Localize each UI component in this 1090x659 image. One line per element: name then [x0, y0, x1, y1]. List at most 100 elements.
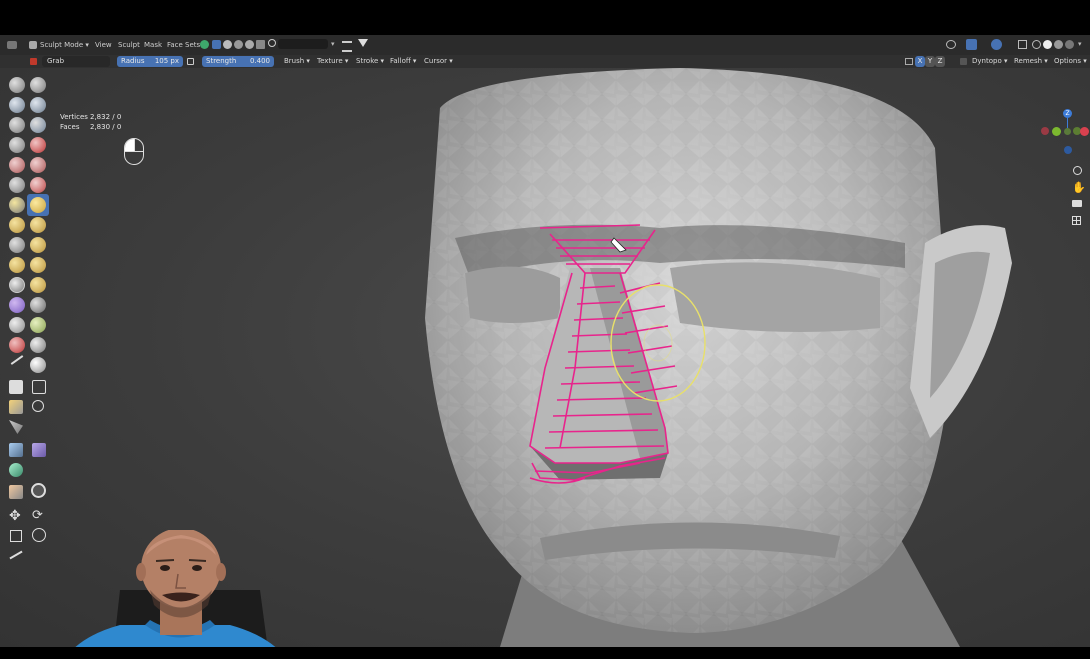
dyntopo-checkbox[interactable]: [960, 58, 967, 65]
rotate-brush-icon[interactable]: [9, 257, 25, 273]
pan-hand-icon[interactable]: ✋: [1072, 182, 1086, 193]
texture-dropdown[interactable]: Texture ▾: [317, 56, 348, 67]
smooth-brush-icon[interactable]: [30, 157, 46, 173]
menu-view[interactable]: View: [95, 39, 112, 51]
symmetry-x-toggle[interactable]: X: [915, 56, 925, 67]
fill-brush-icon[interactable]: [30, 177, 46, 193]
blob-brush-icon[interactable]: [30, 137, 46, 153]
menu-sculpt[interactable]: Sculpt: [118, 39, 140, 51]
simplify-brush-icon[interactable]: [9, 297, 25, 313]
layer-brush-icon[interactable]: [30, 117, 46, 133]
flatten-brush-icon[interactable]: [9, 177, 25, 193]
box-mask-icon[interactable]: [30, 357, 46, 373]
slide-relax-brush-icon[interactable]: [30, 257, 46, 273]
xray-icon[interactable]: [1018, 40, 1027, 49]
brush-name-field[interactable]: Grab: [42, 56, 110, 67]
3d-viewport[interactable]: Vertices 2,832 / 0 Faces 2,830 / 0 ✥ ⟳ Z…: [0, 68, 1090, 647]
box-trim-icon[interactable]: [9, 400, 23, 414]
box-face-set-icon[interactable]: [32, 380, 46, 394]
axis-neg-x-circle[interactable]: [1041, 127, 1049, 135]
view-object-types-icon[interactable]: [946, 40, 956, 49]
strength-slider[interactable]: Strength 0.400: [202, 56, 274, 67]
sphere-icon[interactable]: [234, 40, 243, 49]
cloth-brush-icon[interactable]: [30, 277, 46, 293]
mode-selector[interactable]: Sculpt Mode ▾: [29, 39, 89, 51]
draw-face-sets-icon[interactable]: [9, 317, 25, 333]
radius-label: Radius: [121, 57, 145, 65]
annotate-search-icon[interactable]: [31, 483, 46, 498]
crease-brush-icon[interactable]: [9, 157, 25, 173]
rotate-icon[interactable]: ⟳: [32, 509, 43, 523]
cloth-filter-icon[interactable]: [9, 443, 23, 457]
scrape-brush-icon[interactable]: [9, 197, 25, 213]
move-icon[interactable]: ✥: [9, 509, 21, 523]
multires-displacement-eraser-icon[interactable]: [30, 317, 46, 333]
editor-type-icon[interactable]: [7, 41, 17, 49]
menu-face-sets[interactable]: Face Sets: [167, 39, 200, 51]
camera-icon[interactable]: [1072, 200, 1082, 207]
shading-solid-icon[interactable]: [1043, 40, 1052, 49]
grid-icon[interactable]: [1072, 216, 1081, 225]
axis-neg-z-circle[interactable]: [1064, 146, 1072, 154]
inflate-brush-icon[interactable]: [9, 137, 25, 153]
presenter-figure: [75, 530, 276, 647]
cursor-dropdown[interactable]: Cursor ▾: [424, 56, 453, 67]
tool-settings-bar: Grab Radius 105 px Strength 0.400 Brush …: [0, 55, 1090, 68]
axis-z-circle[interactable]: Z: [1063, 109, 1072, 118]
clay-brush-icon[interactable]: [9, 97, 25, 113]
snake-hook-brush-icon[interactable]: [9, 217, 25, 233]
color-filter-icon[interactable]: [32, 443, 46, 457]
axis-x-circle[interactable]: [1080, 127, 1089, 136]
shading-rendered-icon[interactable]: [1065, 40, 1074, 49]
multires-displacement-smear-icon[interactable]: [9, 337, 25, 353]
clay-strips-brush-icon[interactable]: [30, 97, 46, 113]
draw-sharp-brush-icon[interactable]: [30, 77, 46, 93]
zoom-icon[interactable]: [1073, 166, 1082, 175]
shading-material-icon[interactable]: [1054, 40, 1063, 49]
transform-icon[interactable]: [342, 41, 352, 52]
image-icon[interactable]: [256, 40, 265, 49]
shading-wireframe-icon[interactable]: [1032, 40, 1041, 49]
filter-icon[interactable]: [358, 39, 368, 47]
gizmo-toggle-icon[interactable]: [966, 39, 977, 50]
chevron-down-icon[interactable]: ▾: [331, 40, 335, 48]
line-project-icon[interactable]: [32, 400, 44, 412]
scale-icon[interactable]: [10, 530, 22, 542]
search-input[interactable]: [278, 39, 328, 49]
mouse-icon: [124, 138, 144, 165]
sphere-icon[interactable]: [245, 40, 254, 49]
search-icon[interactable]: [268, 39, 276, 47]
symmetry-y-toggle[interactable]: Y: [925, 56, 935, 67]
radius-slider[interactable]: Radius 105 px: [117, 56, 183, 67]
menu-mask[interactable]: Mask: [144, 39, 162, 51]
symmetry-icon[interactable]: [905, 58, 913, 65]
sphere-icon[interactable]: [223, 40, 232, 49]
face-set-icon[interactable]: [200, 40, 209, 49]
dyntopo-dropdown[interactable]: Dyntopo ▾: [972, 56, 1007, 67]
nudge-brush-icon[interactable]: [30, 237, 46, 253]
symmetry-z-toggle[interactable]: Z: [935, 56, 945, 67]
axis-y-circle[interactable]: [1052, 127, 1061, 136]
boundary-brush-icon[interactable]: [9, 277, 25, 293]
overlay-toggle-icon[interactable]: [991, 39, 1002, 50]
mask-by-color-icon[interactable]: [9, 485, 23, 499]
pose-brush-icon[interactable]: [9, 237, 25, 253]
falloff-dropdown[interactable]: Falloff ▾: [390, 56, 416, 67]
options-dropdown[interactable]: Options ▾: [1054, 56, 1087, 67]
pressure-icon[interactable]: [187, 58, 194, 65]
remesh-dropdown[interactable]: Remesh ▾: [1014, 56, 1048, 67]
draw-brush-icon[interactable]: [9, 77, 25, 93]
brush-dropdown[interactable]: Brush ▾: [284, 56, 310, 67]
select-box-icon[interactable]: [212, 40, 221, 49]
navigation-gizmo[interactable]: Z ✋: [1040, 104, 1090, 264]
clay-thumb-brush-icon[interactable]: [9, 117, 25, 133]
edit-face-set-icon[interactable]: [9, 463, 23, 477]
paint-brush-icon[interactable]: [30, 337, 46, 353]
stroke-dropdown[interactable]: Stroke ▾: [356, 56, 384, 67]
mask-brush-icon[interactable]: [30, 297, 46, 313]
thumb-brush-icon[interactable]: [30, 217, 46, 233]
chevron-down-icon[interactable]: ▾: [1078, 40, 1082, 48]
box-hide-icon[interactable]: [9, 380, 23, 394]
transform-gizmo-icon[interactable]: [32, 528, 46, 542]
cursor-dropdown-label: Cursor: [424, 57, 448, 65]
